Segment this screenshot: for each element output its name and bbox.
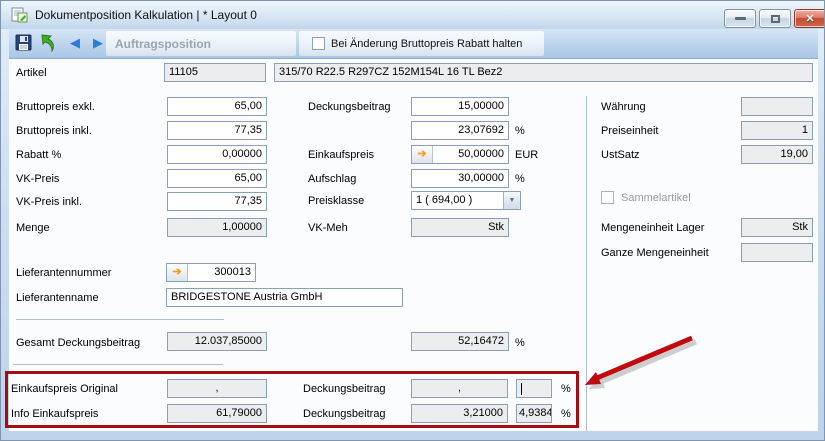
lieferantennummer-field[interactable]: ➔ 300013 <box>166 263 256 282</box>
vk-preis-inkl-field[interactable]: 77,35 <box>167 192 267 211</box>
lieferantenname-field[interactable]: BRIDGESTONE Austria GmbH <box>166 288 403 307</box>
preiseinheit-label: Preiseinheit <box>601 125 658 137</box>
aufschlag-unit: % <box>515 173 525 185</box>
rabatt-label: Rabatt % <box>16 149 61 161</box>
jump-arrow-icon: ➔ <box>417 148 426 160</box>
save-button[interactable] <box>14 34 32 52</box>
einkaufspreis-unit: EUR <box>515 149 538 161</box>
rabatt-halten-label: Bei Änderung Bruttopreis Rabatt halten <box>331 38 522 50</box>
bruttopreis-exkl-field[interactable]: 65,00 <box>167 97 267 116</box>
einkaufspreis-value[interactable]: 50,00000 <box>433 146 508 163</box>
minimize-button[interactable] <box>724 9 756 28</box>
chevron-left-icon: ◀ <box>66 34 84 52</box>
info-deckungsbeitrag-field-2: 3,21000 <box>411 404 508 423</box>
preisklasse-dropdown[interactable]: 1 ( 694,00 ) ▼ <box>411 191 521 210</box>
aufschlag-field[interactable]: 30,00000 <box>411 169 509 188</box>
einkaufspreis-field[interactable]: ➔ 50,00000 <box>411 145 509 164</box>
lieferantennummer-value[interactable]: 300013 <box>188 264 255 281</box>
vk-preis-field[interactable]: 65,00 <box>167 169 267 188</box>
close-icon: ✕ <box>805 12 814 25</box>
undo-arrow-icon <box>40 34 58 52</box>
info-deckungsbeitrag-label-1: Deckungsbeitrag <box>303 383 386 395</box>
ganze-mengeneinheit-label: Ganze Mengeneinheit <box>601 247 709 259</box>
rabatt-field[interactable]: 0,00000 <box>167 145 267 164</box>
lieferantennummer-jump-button[interactable]: ➔ <box>167 264 188 281</box>
lieferantennummer-label: Lieferantennummer <box>16 267 111 279</box>
deckungsbeitrag-label: Deckungsbeitrag <box>308 101 391 113</box>
info-deckungsbeitrag-pct-field-2: 4,9384 <box>516 404 552 423</box>
vk-preis-label: VK-Preis <box>16 173 59 185</box>
window-title: Dokumentposition Kalkulation | * Layout … <box>35 8 257 22</box>
deckungsbeitrag-pct-field[interactable]: 23,07692 <box>411 121 509 140</box>
vk-preis-inkl-label: VK-Preis inkl. <box>16 196 82 208</box>
info-deckungsbeitrag-pct-field-1[interactable] <box>516 379 552 398</box>
preisklasse-dropdown-button[interactable]: ▼ <box>503 192 520 209</box>
section-divider <box>16 319 224 320</box>
ustsatz-field: 19,00 <box>741 145 813 164</box>
undo-button[interactable] <box>40 34 58 52</box>
dialog-window: Dokumentposition Kalkulation | * Layout … <box>0 0 825 441</box>
bruttopreis-inkl-label: Bruttopreis inkl. <box>16 125 92 137</box>
sammelartikel-label: Sammelartikel <box>621 192 691 204</box>
menge-label: Menge <box>16 222 50 234</box>
next-record-button[interactable]: ▶ <box>89 34 107 52</box>
save-icon <box>15 34 32 51</box>
app-icon <box>11 7 29 23</box>
gesamt-deckungsbeitrag-pct-field: 52,16472 <box>411 332 509 351</box>
chevron-down-icon: ▼ <box>509 197 516 204</box>
artikel-label: Artikel <box>16 67 47 79</box>
deckungsbeitrag-pct-unit: % <box>515 125 525 137</box>
vk-meh-label: VK-Meh <box>308 222 348 234</box>
menge-field: 1,00000 <box>167 218 267 237</box>
jump-arrow-icon: ➔ <box>172 266 181 278</box>
gesamt-deckungsbeitrag-label: Gesamt Deckungsbeitrag <box>16 337 140 349</box>
ganze-mengeneinheit-field <box>741 243 813 262</box>
gesamt-deckungsbeitrag-unit: % <box>515 337 525 349</box>
waehrung-field <box>741 97 813 116</box>
chevron-right-icon: ▶ <box>89 34 107 52</box>
einkaufspreis-label: Einkaufspreis <box>308 149 374 161</box>
info-unit-1: % <box>561 383 571 395</box>
info-deckungsbeitrag-field-1: , <box>411 379 508 398</box>
aufschlag-label: Aufschlag <box>308 173 356 185</box>
deckungsbeitrag-field[interactable]: 15,00000 <box>411 97 509 116</box>
bruttopreis-inkl-field[interactable]: 77,35 <box>167 121 267 140</box>
vk-meh-field: Stk <box>411 218 509 237</box>
minimize-icon <box>735 17 746 20</box>
title-bar[interactable]: Dokumentposition Kalkulation | * Layout … <box>1 1 824 29</box>
tab-auftragsposition: Auftragsposition <box>106 31 296 56</box>
toolbar: ◀ ▶ Auftragsposition Bei Änderung Brutto… <box>9 29 818 59</box>
artikel-description-field: 315/70 R22.5 R297CZ 152M154L 16 TL Bez2 <box>274 63 813 82</box>
close-button[interactable]: ✕ <box>794 9 825 28</box>
info-deckungsbeitrag-label-2: Deckungsbeitrag <box>303 408 386 420</box>
info-einkaufspreis-label: Info Einkaufspreis <box>11 408 98 420</box>
einkaufspreis-original-label: Einkaufspreis Original <box>11 383 118 395</box>
info-einkaufspreis-field: 61,79000 <box>167 404 267 423</box>
info-unit-2: % <box>561 408 571 420</box>
section-divider-2 <box>13 364 223 365</box>
einkaufspreis-jump-button[interactable]: ➔ <box>412 146 433 163</box>
annotation-arrow <box>577 331 702 393</box>
previous-record-button[interactable]: ◀ <box>66 34 84 52</box>
waehrung-label: Währung <box>601 101 646 113</box>
preisklasse-label: Preisklasse <box>308 195 364 207</box>
toolbar-checkbox-panel: Bei Änderung Bruttopreis Rabatt halten <box>299 31 544 56</box>
gesamt-deckungsbeitrag-field: 12.037,85000 <box>167 332 267 351</box>
lieferantenname-label: Lieferantenname <box>16 292 99 304</box>
einkaufspreis-original-field: , <box>167 379 267 398</box>
text-cursor <box>521 383 522 395</box>
maximize-icon <box>771 15 780 23</box>
maximize-button[interactable] <box>759 9 791 28</box>
mengeneinheit-lager-field: Stk <box>741 218 813 237</box>
ustsatz-label: UstSatz <box>601 149 640 161</box>
artikel-number-field: 11105 <box>164 63 266 82</box>
rabatt-halten-checkbox[interactable] <box>312 37 325 50</box>
tab-label: Auftragsposition <box>106 37 211 51</box>
preiseinheit-field: 1 <box>741 121 813 140</box>
sammelartikel-checkbox <box>601 191 614 204</box>
preisklasse-value: 1 ( 694,00 ) <box>412 192 503 209</box>
mengeneinheit-lager-label: Mengeneinheit Lager <box>601 222 704 234</box>
bruttopreis-exkl-label: Bruttopreis exkl. <box>16 101 95 113</box>
